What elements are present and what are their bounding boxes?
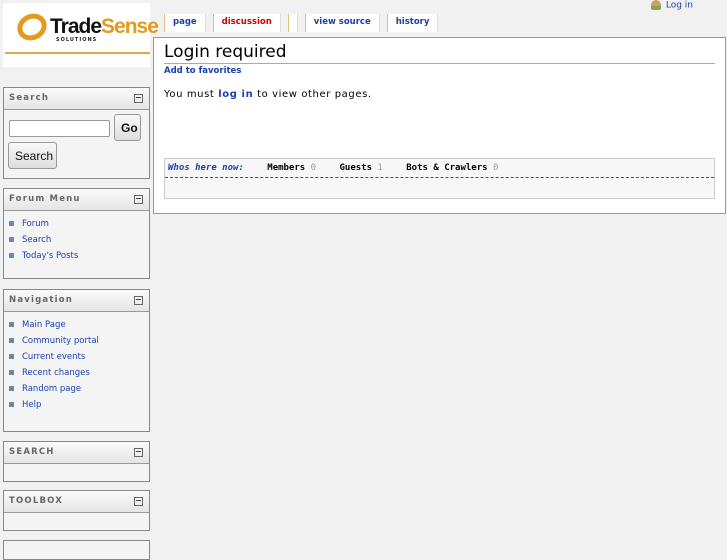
nav-recent-changes[interactable]: Recent changes: [22, 368, 90, 378]
collapse-icon[interactable]: −: [134, 448, 143, 457]
forum-menu-portlet: Forum Menu − Forum Search Today's Posts: [3, 188, 150, 279]
forum-menu-item: Search: [9, 235, 149, 245]
search-portlet: Search − Go Search: [3, 87, 150, 179]
login-message: You must log in to view other pages.: [164, 89, 715, 100]
personal-tools: Log in: [650, 0, 693, 11]
collapse-icon[interactable]: −: [134, 195, 143, 204]
tab-view-source[interactable]: view source: [304, 14, 380, 32]
collapse-icon[interactable]: −: [134, 296, 143, 305]
login-link[interactable]: Log in: [666, 1, 693, 11]
go-button[interactable]: Go: [114, 114, 141, 141]
bots-count: 0: [492, 163, 499, 173]
nav-random-page[interactable]: Random page: [22, 384, 81, 394]
members-label: Members: [267, 163, 306, 173]
msg-pre: You must: [164, 89, 219, 100]
content-area: Login required Add to favorites You must…: [153, 37, 726, 214]
nav-community-portal[interactable]: Community portal: [22, 336, 99, 346]
forum-search-link[interactable]: Search: [22, 235, 51, 245]
add-to-favorites-link[interactable]: Add to favorites: [164, 66, 715, 76]
navigation-portlet: Navigation − Main Page Community portal C…: [3, 289, 150, 432]
logo-text-a: Trade: [50, 15, 102, 38]
tab-history[interactable]: history: [386, 14, 439, 32]
nav-main-page[interactable]: Main Page: [22, 320, 66, 330]
logo-sub: SOLUTIONS: [56, 37, 98, 43]
whos-online-box: Whos here now: Members 0 Guests 1 Bots &…: [164, 158, 715, 199]
search-section-portlet: SEARCH −: [3, 441, 150, 482]
page-title: Login required: [164, 42, 715, 64]
user-icon: [650, 0, 661, 10]
tab-discussion[interactable]: discussion: [212, 14, 281, 32]
log-in-link[interactable]: log in: [218, 89, 253, 100]
logo-divider: [5, 52, 150, 54]
search-input[interactable]: [9, 120, 110, 137]
logo-swoosh-icon: [12, 8, 52, 46]
search-button[interactable]: Search: [8, 142, 57, 169]
tab-spacer: [287, 14, 298, 32]
msg-post: to view other pages.: [253, 89, 372, 100]
search-section-title: SEARCH: [9, 447, 55, 457]
search-portlet-title: Search: [9, 93, 50, 103]
tab-page[interactable]: page: [164, 14, 206, 32]
bots-label: Bots & Crawlers: [406, 163, 488, 173]
todays-posts-link[interactable]: Today's Posts: [22, 251, 78, 261]
collapse-icon[interactable]: −: [134, 94, 143, 103]
toolbox-portlet: TOOLBOX −: [3, 490, 150, 531]
guests-label: Guests: [339, 163, 372, 173]
site-logo[interactable]: TradeSense SOLUTIONS: [3, 3, 159, 67]
logo-text-b: Sense: [101, 15, 159, 38]
nav-help[interactable]: Help: [22, 400, 41, 410]
collapse-icon[interactable]: −: [134, 497, 143, 506]
forum-menu-title: Forum Menu: [9, 194, 81, 204]
forum-menu-item: Today's Posts: [9, 251, 149, 261]
extra-portlet: [3, 540, 150, 560]
navigation-title: Navigation: [9, 295, 73, 305]
toolbox-title: TOOLBOX: [9, 496, 64, 506]
forum-link[interactable]: Forum: [22, 219, 49, 229]
page-tabs: page discussion view source history: [164, 14, 445, 32]
forum-menu-item: Forum: [9, 219, 149, 229]
logo-text: TradeSense: [50, 15, 159, 39]
nav-current-events[interactable]: Current events: [22, 352, 85, 362]
members-count: 0: [310, 163, 317, 173]
guests-count: 1: [377, 163, 383, 173]
whos-here-label[interactable]: Whos here now:: [168, 163, 244, 173]
